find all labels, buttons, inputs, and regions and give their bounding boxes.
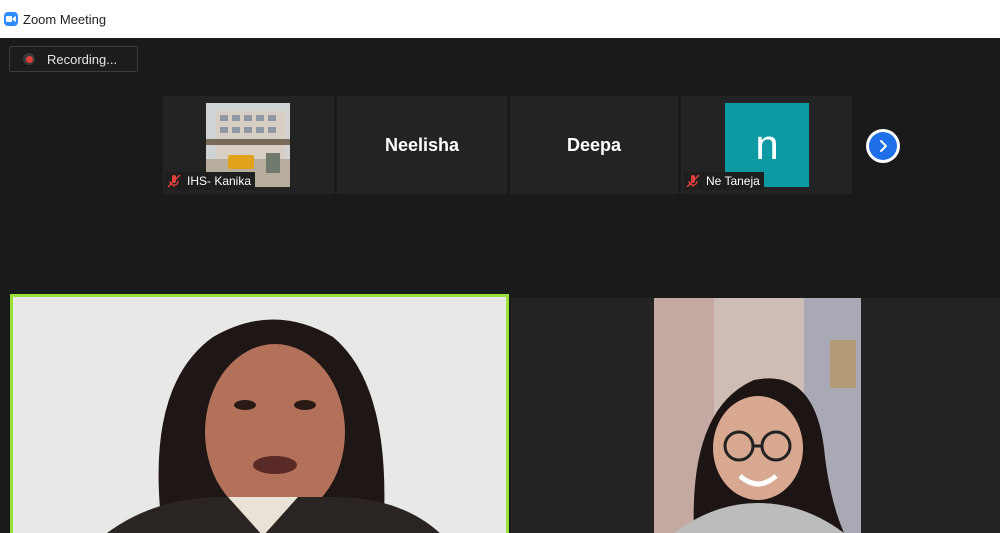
mic-muted-icon — [686, 174, 700, 188]
window-titlebar: Zoom Meeting — [0, 0, 1000, 38]
participant-tile-neelisha[interactable]: Neelisha — [337, 96, 507, 194]
participant-name: Neelisha — [384, 134, 460, 155]
zoom-camera-icon — [4, 12, 18, 26]
record-dot-icon — [23, 53, 35, 65]
participant-tile-kanika[interactable]: IHS- Kanika — [163, 96, 334, 194]
participant-tile-ne-taneja[interactable]: n Ne Taneja — [681, 96, 852, 194]
chevron-right-icon — [869, 132, 897, 160]
recording-indicator[interactable]: Recording... — [9, 46, 138, 72]
participant-name: Deepa — [566, 134, 622, 155]
window-title: Zoom Meeting — [23, 11, 107, 27]
participant-video-right[interactable] — [654, 298, 861, 533]
participant-name: Ne Taneja — [706, 174, 760, 188]
active-speaker-video[interactable] — [10, 294, 509, 533]
speaker-video-frame — [13, 297, 506, 533]
mic-muted-icon — [167, 174, 181, 188]
participant-video-frame — [654, 298, 861, 533]
participant-namebar: IHS- Kanika — [165, 172, 256, 190]
recording-label: Recording... — [47, 51, 118, 67]
next-page-button[interactable] — [866, 129, 900, 163]
participant-tile-deepa[interactable]: Deepa — [510, 96, 678, 194]
participant-namebar: Ne Taneja — [684, 172, 764, 190]
participant-name: IHS- Kanika — [187, 174, 252, 188]
